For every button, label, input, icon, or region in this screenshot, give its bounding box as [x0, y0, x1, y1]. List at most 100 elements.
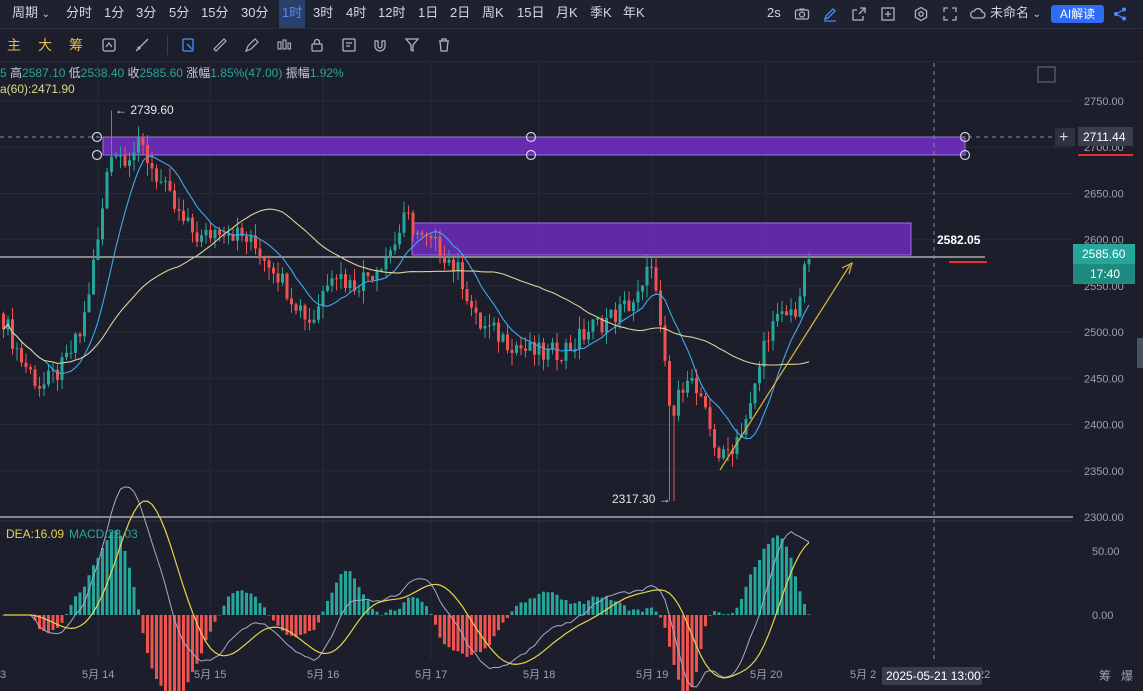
cycle-dropdown[interactable]: 周期 ⌄ [12, 0, 50, 28]
candle-body [627, 300, 631, 312]
tf-14[interactable]: 15日 [517, 0, 544, 28]
candle-body [744, 418, 748, 435]
macd-bar [609, 599, 613, 615]
tf-7[interactable]: 1时 [279, 0, 306, 28]
indicator-template-icon[interactable] [101, 37, 117, 53]
candle-body [398, 232, 401, 245]
lock-icon[interactable] [309, 37, 325, 53]
ruler-icon[interactable] [212, 37, 228, 53]
macd-bar [600, 597, 604, 615]
macd-bar [398, 608, 401, 615]
main-chart-toggle[interactable]: 主 [7, 29, 21, 61]
macd-bar [357, 587, 361, 615]
tf-8[interactable]: 3时 [313, 0, 333, 28]
ai-analysis-button[interactable]: AI解读 [1051, 5, 1104, 23]
tf-2[interactable]: 1分 [104, 0, 124, 28]
expand-icon[interactable] [942, 6, 958, 22]
candle-body [204, 229, 208, 236]
magnet-icon[interactable] [372, 37, 388, 53]
macd-bar [168, 615, 172, 691]
price-chart[interactable]: 2750.00 2700.00 2650.00 2600.00 2550.00 2500.… [0, 0, 1143, 691]
macd-bar [42, 615, 46, 632]
note-icon[interactable] [341, 37, 357, 53]
candle-body [798, 296, 802, 317]
macd-bar [407, 597, 410, 615]
tf-15[interactable]: 月K [556, 0, 578, 28]
candle-body [465, 289, 469, 302]
settings-icon[interactable] [913, 6, 929, 22]
candle-body [51, 369, 55, 371]
macd-bar [690, 615, 694, 688]
popout-icon[interactable] [851, 6, 867, 22]
macd-bar [83, 586, 86, 615]
fullscreen-icon[interactable] [880, 6, 896, 22]
macd-bar [240, 590, 244, 615]
candle-body [506, 334, 509, 351]
macd-bar [654, 611, 658, 615]
tf-1[interactable]: 分时 [66, 0, 92, 28]
candle-body [276, 273, 280, 283]
supply-zone [411, 222, 912, 256]
macd-bar [114, 530, 118, 615]
macd-bar [245, 592, 248, 615]
tf-5[interactable]: 15分 [201, 0, 228, 28]
cloud-icon[interactable] [970, 6, 986, 22]
tf-9[interactable]: 4时 [346, 0, 366, 28]
tf-4[interactable]: 5分 [169, 0, 189, 28]
candle-style-icon[interactable] [276, 37, 292, 53]
candle-body [371, 275, 374, 280]
candle-body [672, 405, 676, 416]
candle-body [501, 334, 505, 342]
candle-body [470, 301, 473, 308]
macd-bar [78, 592, 82, 615]
macd-bar [303, 615, 307, 634]
candle-body [146, 145, 149, 164]
tf-13[interactable]: 周K [482, 0, 504, 28]
share-icon[interactable] [1112, 6, 1128, 22]
filter-icon[interactable] [404, 37, 420, 53]
macd-bar [758, 560, 761, 615]
macd-bar [294, 615, 298, 638]
tf-10[interactable]: 12时 [378, 0, 405, 28]
candle-body [38, 385, 41, 389]
macd-bar [488, 615, 491, 646]
axes: 2750.00 2700.00 2650.00 2600.00 2550.00 2500.… [0, 96, 1124, 681]
select-tool-icon[interactable] [180, 37, 196, 53]
candle-body [101, 208, 104, 240]
trash-icon[interactable] [436, 37, 452, 53]
macd-bar [348, 571, 352, 615]
timeframe-toolbar: 周期 ⌄ 分时 1分 3分 5分 15分 30分 1时 3时 4时 12时 1日… [0, 0, 1143, 29]
big-order-toggle[interactable]: 大 [38, 29, 52, 61]
macd-bar [438, 615, 442, 638]
tf-12[interactable]: 2日 [450, 0, 470, 28]
tf-11[interactable]: 1日 [418, 0, 438, 28]
tf-17[interactable]: 年K [623, 0, 645, 28]
candle-body [492, 322, 496, 326]
candle-body [623, 300, 626, 305]
candle-body [42, 384, 46, 389]
candle-body [308, 319, 311, 323]
camera-icon[interactable] [794, 6, 810, 22]
line-tool-icon[interactable] [134, 37, 150, 53]
candle-body [384, 258, 388, 270]
ma-lines [3, 155, 810, 440]
pen-edit-icon[interactable] [822, 6, 838, 22]
macd-bar [807, 614, 811, 615]
chip-toggle[interactable]: 筹 [69, 29, 83, 61]
tf-3[interactable]: 3分 [136, 0, 156, 28]
time-tick-label: 3 [0, 669, 6, 681]
candle-body [236, 227, 239, 241]
layout-name-label: 未命名 [990, 5, 1030, 20]
pen-icon[interactable] [244, 37, 260, 53]
tf-6[interactable]: 30分 [241, 0, 268, 28]
layout-name-dropdown[interactable]: 未命名 ⌄ [990, 0, 1041, 28]
candle-body [56, 369, 59, 380]
tf-16[interactable]: 季K [590, 0, 612, 28]
macd-bar [794, 576, 797, 615]
candle-body [105, 172, 109, 209]
zone-handle [525, 131, 537, 143]
refresh-rate[interactable]: 2s [767, 0, 781, 28]
candle-body [735, 436, 739, 454]
macd-bar [231, 593, 235, 615]
macd-bar [335, 582, 338, 615]
